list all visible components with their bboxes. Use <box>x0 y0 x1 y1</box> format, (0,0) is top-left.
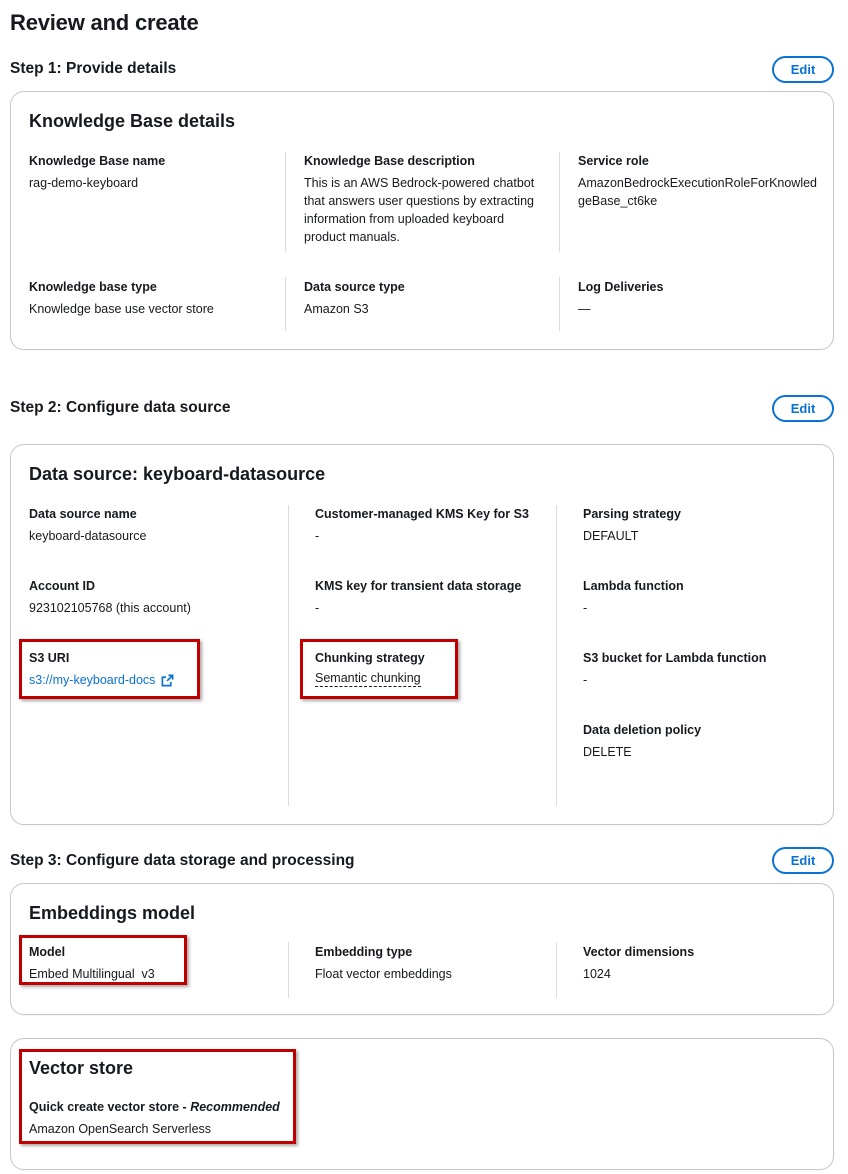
column-divider <box>556 942 557 998</box>
field-label: Embedding type <box>315 945 413 959</box>
s3-bucket-lambda-field: S3 bucket for Lambda function - <box>583 649 823 689</box>
step3-edit-button[interactable]: Edit <box>772 847 834 874</box>
field-label: Vector dimensions <box>583 945 695 959</box>
kms-transient-field: KMS key for transient data storage - <box>315 577 555 617</box>
vector-store-highlight <box>19 1049 296 1144</box>
field-value: Knowledge base use vector store <box>29 302 214 316</box>
field-value: This is an AWS Bedrock-powered chatbot t… <box>304 176 535 244</box>
step2-header: Step 2: Configure data source <box>10 399 231 416</box>
column-divider <box>288 942 289 998</box>
field-value: - <box>315 529 320 543</box>
field-label: Data source type <box>304 280 405 294</box>
data-deletion-policy-field: Data deletion policy DELETE <box>583 721 823 761</box>
field-label: Knowledge Base name <box>29 154 166 168</box>
column-divider <box>559 277 560 331</box>
lambda-function-field: Lambda function - <box>583 577 823 617</box>
field-label: Log Deliveries <box>578 280 664 294</box>
card-title: Embeddings model <box>29 903 196 923</box>
card-title: Knowledge Base details <box>29 111 236 131</box>
step2-edit-button[interactable]: Edit <box>772 395 834 422</box>
knowledge-base-details-card: Knowledge Base details Knowledge Base na… <box>10 91 834 350</box>
data-source-type-field: Data source type Amazon S3 <box>304 278 544 318</box>
log-deliveries-field: Log Deliveries — <box>578 278 818 318</box>
kms-s3-field: Customer-managed KMS Key for S3 - <box>315 505 555 545</box>
column-divider <box>556 505 557 806</box>
card-title: Data source: keyboard-datasource <box>29 464 326 484</box>
step3-header: Step 3: Configure data storage and proce… <box>10 852 355 869</box>
field-value: AmazonBedrockExecutionRoleForKnowledgeBa… <box>578 176 818 208</box>
field-value: keyboard-datasource <box>29 529 147 543</box>
column-divider <box>285 277 286 331</box>
data-source-card: Data source: keyboard-datasource Data so… <box>10 444 834 825</box>
column-divider <box>288 505 289 806</box>
field-label: KMS key for transient data storage <box>315 579 522 593</box>
kb-description-field: Knowledge Base description This is an AW… <box>304 152 549 246</box>
field-value: Float vector embeddings <box>315 967 452 981</box>
chunking-strategy-highlight <box>300 639 458 699</box>
field-label: Customer-managed KMS Key for S3 <box>315 507 529 521</box>
field-value: - <box>583 673 588 687</box>
data-source-name-field: Data source name keyboard-datasource <box>29 505 269 545</box>
service-role-field: Service role AmazonBedrockExecutionRoleF… <box>578 152 818 210</box>
field-value: 1024 <box>583 967 611 981</box>
field-label: Lambda function <box>583 579 684 593</box>
field-label: Data deletion policy <box>583 723 702 737</box>
column-divider <box>285 152 286 252</box>
field-label: S3 bucket for Lambda function <box>583 651 767 665</box>
field-value: Amazon S3 <box>304 302 369 316</box>
step1-header: Step 1: Provide details <box>10 60 177 77</box>
field-value: — <box>578 302 591 316</box>
step1-edit-button[interactable]: Edit <box>772 56 834 83</box>
field-value: rag-demo-keyboard <box>29 176 139 190</box>
account-id-field: Account ID 923102105768 (this account) <box>29 577 269 617</box>
page-title: Review and create <box>10 10 199 35</box>
field-value: DELETE <box>583 745 632 759</box>
field-label: Knowledge Base description <box>304 154 475 168</box>
field-value: 923102105768 (this account) <box>29 601 191 615</box>
field-label: Parsing strategy <box>583 507 681 521</box>
kb-name-field: Knowledge Base name rag-demo-keyboard <box>29 152 269 192</box>
s3-uri-highlight <box>19 639 200 699</box>
field-label: Service role <box>578 154 649 168</box>
field-label: Knowledge base type <box>29 280 157 294</box>
field-value: DEFAULT <box>583 529 639 543</box>
model-highlight <box>19 935 187 985</box>
parsing-strategy-field: Parsing strategy DEFAULT <box>583 505 823 545</box>
field-label: Account ID <box>29 579 95 593</box>
field-label: Data source name <box>29 507 137 521</box>
vector-dimensions-field: Vector dimensions 1024 <box>583 943 823 983</box>
field-value: - <box>315 601 320 615</box>
field-value: - <box>583 601 588 615</box>
column-divider <box>559 152 560 252</box>
kb-type-field: Knowledge base type Knowledge base use v… <box>29 278 269 318</box>
embedding-type-field: Embedding type Float vector embeddings <box>315 943 555 983</box>
